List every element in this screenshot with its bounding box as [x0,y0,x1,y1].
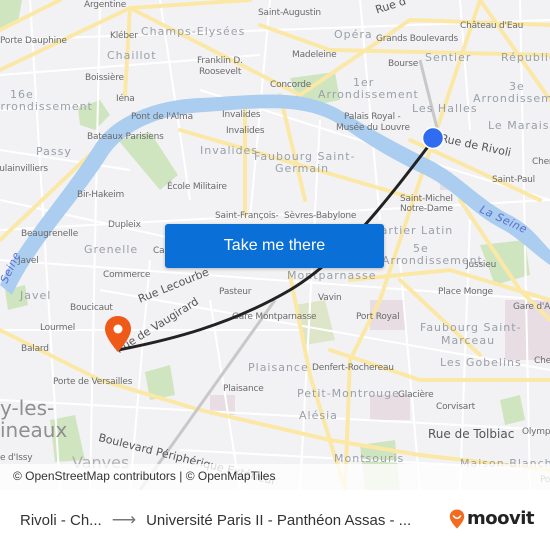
origin-stop-name: Rivoli - Ch... [20,511,102,529]
footer-bar: Rivoli - Ch... ⟶ Université Paris II - P… [0,490,550,550]
map-view[interactable]: Argentine Saint-Augustin Rue d Château d… [0,0,550,490]
destination-stop-name: Université Paris II - Panthéon Assas - .… [146,511,412,529]
route-summary: Rivoli - Ch... ⟶ Université Paris II - P… [20,510,411,530]
take-me-there-button[interactable]: Take me there [165,224,384,268]
map-pin-icon[interactable] [103,315,133,355]
map-attribution: © OpenStreetMap contributors | © OpenMap… [0,464,550,490]
moovit-logo[interactable]: moovit [449,508,535,529]
moovit-pin-icon [449,509,465,528]
arrow-right-icon: ⟶ [111,510,137,529]
origin-dot-icon[interactable] [421,126,445,150]
moovit-wordmark: moovit [467,508,535,529]
